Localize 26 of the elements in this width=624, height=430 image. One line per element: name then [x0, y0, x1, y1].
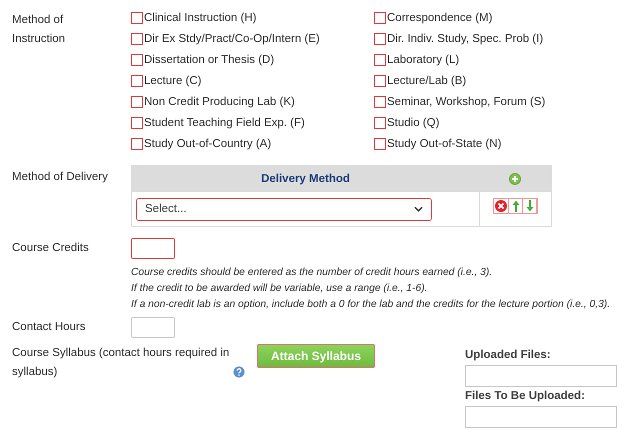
field-label: Course Credits: [12, 241, 90, 256]
field-label: Course Syllabus (contact hours required in syllabus): [12, 346, 230, 380]
checkbox-option[interactable]: Lecture/Lab (B): [374, 71, 618, 90]
column-header: Delivery Method: [132, 166, 479, 192]
checkbox-option[interactable]: Clinical Instruction (H): [131, 8, 374, 27]
checkbox-option[interactable]: Lecture (C): [131, 71, 374, 90]
checkbox-option[interactable]: Laboratory (L): [374, 50, 618, 69]
checkbox-option[interactable]: Student Teaching Field Exp. (F): [131, 113, 374, 132]
checkbox-option[interactable]: Study Out-of-State (N): [374, 134, 618, 153]
help-text: If the credit to be awarded will be variable, use a range (i.e., 1-6).: [131, 282, 428, 296]
field-label: Contact Hours: [12, 320, 87, 335]
checkbox-option[interactable]: Dir. Indiv. Study, Spec. Prob (I): [374, 29, 618, 48]
field-label: Files To Be Uploaded:: [465, 389, 586, 404]
help-text: Course credits should be entered as the number of credit hours earned (i.e., 3).: [131, 266, 494, 280]
checkbox-option[interactable]: Study Out-of-Country (A): [131, 134, 374, 153]
checkbox-option[interactable]: Non Credit Producing Lab (K): [131, 92, 374, 111]
checkbox-option[interactable]: Dissertation or Thesis (D): [131, 50, 374, 69]
checkbox-option[interactable]: Seminar, Workshop, Forum (S): [374, 92, 618, 111]
field-label: Method of Instruction: [12, 13, 66, 47]
checkbox-option[interactable]: Studio (Q): [374, 113, 618, 132]
field-label: Method of Delivery: [12, 170, 109, 185]
checkbox-option[interactable]: Dir Ex Stdy/Pract/Co-Op/Intern (E): [131, 29, 374, 48]
help-text: If a non-credit lab is an option, include both a 0 for the lab and the credits for the lecture portion (i.e., 0,3).: [131, 298, 612, 312]
field-label: Uploaded Files:: [465, 348, 552, 363]
select-field[interactable]: Select...: [136, 198, 432, 220]
checkbox-option[interactable]: Correspondence (M): [374, 8, 618, 27]
